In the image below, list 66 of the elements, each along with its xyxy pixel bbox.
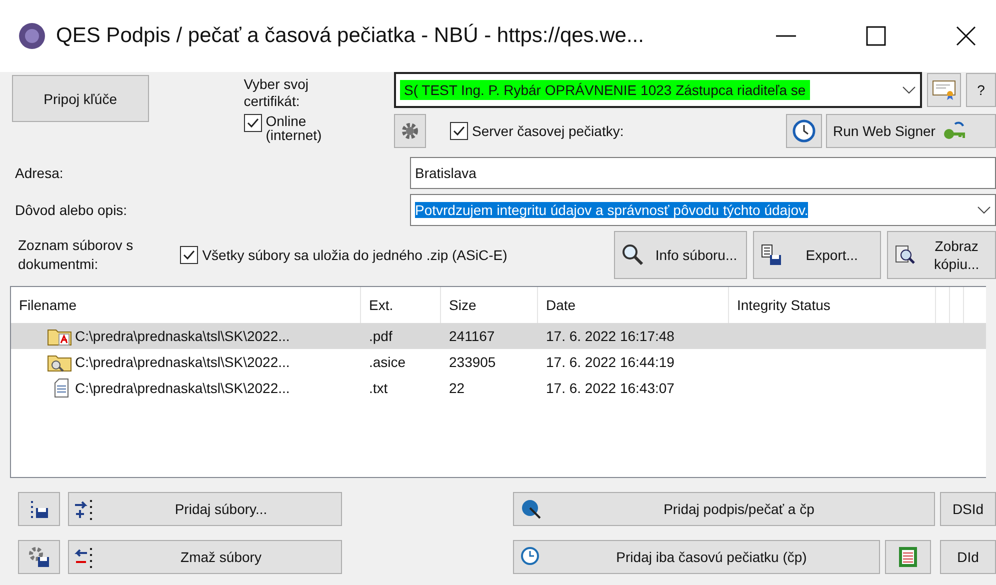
certificate-icon bbox=[932, 79, 956, 101]
certificate-dropdown[interactable]: S( TEST Ing. P. Rybár OPRÁVNENIE 1023 Zástupca riaditeľa se bbox=[394, 72, 922, 108]
online-label: Online (internet) bbox=[266, 114, 323, 142]
reason-label: Dôvod alebo opis: bbox=[14, 202, 128, 218]
close-icon[interactable] bbox=[956, 26, 976, 46]
spreadsheet-icon bbox=[898, 546, 918, 568]
add-timestamp-button[interactable]: Pridaj iba časovú pečiatku (čp) bbox=[513, 540, 880, 574]
chevron-icon bbox=[977, 206, 991, 214]
certificate-button[interactable] bbox=[927, 73, 961, 107]
settings-save-button[interactable] bbox=[18, 540, 60, 574]
table-cell-text: .pdf bbox=[368, 328, 394, 344]
settings-icon bbox=[400, 121, 420, 141]
table-cell-text: .asice bbox=[368, 354, 407, 370]
file-row[interactable]: C:\predra\prednaska\tsl\SK\2022... .asice 233905 17. 6. 2022 16:44:19 bbox=[11, 349, 986, 375]
connect-keys-button[interactable]: Pripoj kľúče bbox=[12, 75, 149, 122]
clock-icon bbox=[520, 546, 542, 568]
table-cell-text: 233905 bbox=[448, 354, 497, 370]
clock-button[interactable] bbox=[786, 114, 822, 148]
file-action-button[interactable]: Zobraz kópiu... bbox=[887, 231, 996, 279]
file-action-button[interactable]: Info súboru... bbox=[614, 231, 747, 279]
file-action-button[interactable]: Export... bbox=[752, 231, 882, 279]
minimize-icon[interactable] bbox=[776, 35, 796, 37]
file-list-label: Zoznam súborov s dokumentmi: bbox=[17, 236, 134, 274]
address-label: Adresa: bbox=[14, 165, 64, 181]
file-row[interactable]: C:\predra\prednaska\tsl\SK\2022... .pdf 241167 17. 6. 2022 16:17:48 bbox=[11, 323, 986, 349]
document-save-icon bbox=[760, 244, 782, 266]
signature-icon bbox=[520, 498, 542, 520]
magnifier-icon bbox=[621, 243, 645, 267]
gear-disk-icon bbox=[28, 546, 50, 568]
reason-dropdown[interactable]: Potvrdzujem integritu údajov a správnosť pôvodu týchto údajov. bbox=[410, 194, 996, 226]
key-icon bbox=[943, 121, 966, 141]
add-files-button[interactable]: Pridaj súbory... bbox=[68, 492, 342, 526]
app-logo-icon bbox=[18, 22, 46, 50]
timestamp-server-label: Server časovej pečiatky: bbox=[472, 123, 624, 139]
maximize-icon[interactable] bbox=[866, 26, 886, 46]
clock-icon bbox=[792, 119, 816, 143]
checkbox[interactable] bbox=[450, 122, 468, 140]
did-button[interactable]: DId bbox=[940, 540, 996, 574]
checkbox[interactable] bbox=[244, 114, 262, 132]
dsid-button[interactable]: DSId bbox=[940, 492, 996, 526]
certificate-value: S( TEST Ing. P. Rybár OPRÁVNENIE 1023 Zástupca riaditeľa se bbox=[400, 80, 810, 100]
list-disk-icon bbox=[29, 499, 49, 519]
certificate-label: Vyber svoj certifikát: bbox=[244, 76, 310, 110]
document-magnifier-icon bbox=[894, 244, 916, 266]
spreadsheet-button[interactable] bbox=[885, 540, 931, 574]
table-cell-text: 241167 bbox=[448, 328, 496, 344]
zip-option-label: Všetky súbory sa uložia do jedného .zip (ASiC-E) bbox=[202, 247, 508, 263]
table-cell-text: .txt bbox=[368, 380, 389, 396]
chevron-icon bbox=[902, 86, 916, 94]
table-cell: C:\predra\prednaska\tsl\SK\2022... bbox=[75, 328, 290, 344]
table-cell-text: 22 bbox=[448, 380, 466, 396]
table-cell: C:\predra\prednaska\tsl\SK\2022... bbox=[75, 380, 290, 396]
remove-files-button[interactable]: Zmaž súbory bbox=[68, 540, 342, 574]
table-cell-text: 17. 6. 2022 16:43:07 bbox=[545, 380, 676, 396]
file-row[interactable]: C:\predra\prednaska\tsl\SK\2022... .txt 22 17. 6. 2022 16:43:07 bbox=[11, 375, 986, 401]
settings-button[interactable] bbox=[394, 114, 426, 148]
table-cell: C:\predra\prednaska\tsl\SK\2022... bbox=[75, 354, 290, 370]
add-signature-button[interactable]: Pridaj podpis/pečať a čp bbox=[513, 492, 935, 526]
checkbox[interactable] bbox=[180, 246, 198, 264]
save-list-button[interactable] bbox=[18, 492, 60, 526]
table-cell-text: 17. 6. 2022 16:17:48 bbox=[545, 328, 676, 344]
table-cell-text: 17. 6. 2022 16:44:19 bbox=[545, 354, 676, 370]
address-field[interactable]: Bratislava bbox=[410, 157, 996, 189]
window-title: QES Podpis / pečať a časová pečiatka - NBÚ - https://qes.we... bbox=[56, 24, 645, 48]
run-web-signer-button[interactable]: Run Web Signer bbox=[826, 114, 996, 148]
help-button[interactable]: ? bbox=[966, 73, 996, 107]
